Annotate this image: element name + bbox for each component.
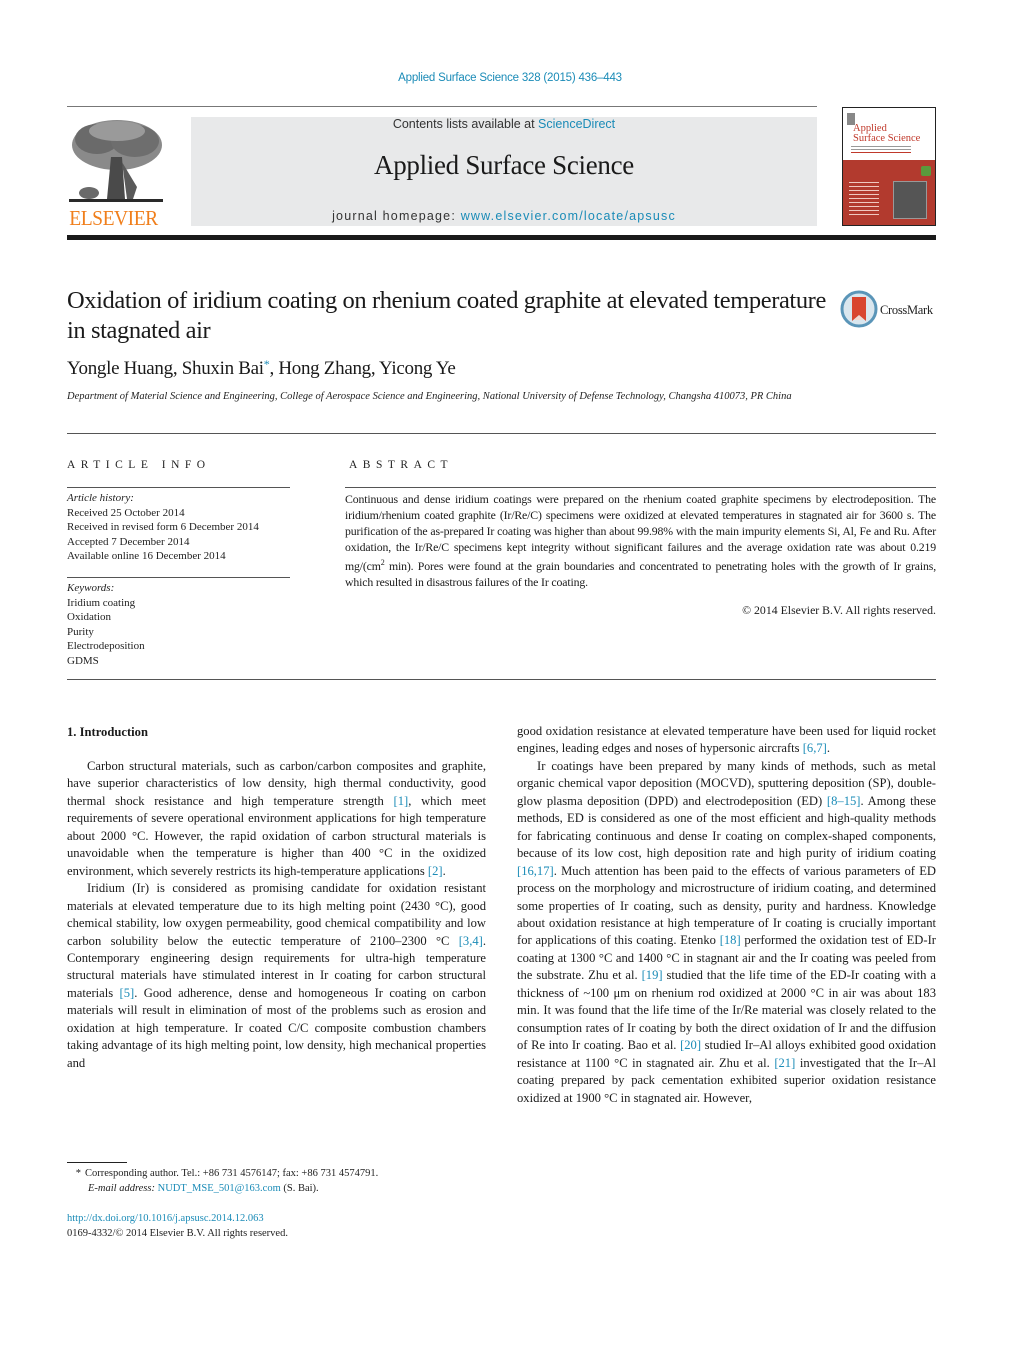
reference-link[interactable]: [16,17] xyxy=(517,864,554,878)
cover-title-line2: Surface Science xyxy=(853,133,921,144)
footnote-star: * xyxy=(75,1168,81,1179)
text-run: . xyxy=(826,741,831,756)
journal-masthead: Contents lists available at ScienceDirec… xyxy=(191,117,817,226)
abstract-heading: ABSTRACT xyxy=(349,459,454,471)
abstract-text-part: min). Pores were found at the grain boun… xyxy=(345,558,936,589)
text-run: good oxidation resistance at elevated te… xyxy=(517,724,936,756)
journal-cover-thumbnail[interactable]: Applied Surface Science xyxy=(842,107,936,226)
footnote-rule xyxy=(67,1162,127,1163)
elsevier-wordmark: ELSEVIER xyxy=(69,206,158,230)
body-paragraph: Carbon structural materials, such as car… xyxy=(67,758,486,880)
keywords-rule xyxy=(67,577,290,578)
corresponding-author-footnote: * Corresponding author. Tel.: +86 731 457… xyxy=(67,1167,487,1196)
cover-text-lines xyxy=(851,146,911,147)
body-paragraph: Ir coatings have been prepared by many k… xyxy=(517,758,936,1107)
contents-prefix: Contents lists available at xyxy=(392,117,539,131)
keyword-item: Electrodeposition xyxy=(67,640,145,652)
cover-title: Applied Surface Science xyxy=(853,123,921,144)
elsevier-logo[interactable]: ELSEVIER xyxy=(67,117,165,230)
reference-link[interactable]: [5] xyxy=(120,986,135,1000)
reference-link[interactable]: [21] xyxy=(774,1056,795,1070)
crossmark-button[interactable]: CrossMark xyxy=(840,290,940,330)
reference-link[interactable]: [2] xyxy=(428,864,443,878)
history-item: Received 25 October 2014 xyxy=(67,506,185,519)
keywords: Keywords: Iridium coating Oxidation Puri… xyxy=(67,581,145,668)
reference-link[interactable]: [8–15] xyxy=(827,794,861,808)
section-heading-introduction: 1. Introduction xyxy=(67,725,148,739)
article-info-rule xyxy=(67,487,290,488)
author-name-corresponding: Shuxin Bai xyxy=(181,358,264,379)
body-paragraph: Iridium (Ir) is considered as promising … xyxy=(67,880,486,1072)
keyword-item: Purity xyxy=(67,625,94,638)
text-run: Iridium (Ir) is considered as promising … xyxy=(67,881,486,948)
doi-link[interactable]: http://dx.doi.org/10.1016/j.apsusc.2014.… xyxy=(67,1212,288,1227)
reference-link[interactable]: [19] xyxy=(642,968,663,982)
email-suffix: (S. Bai). xyxy=(280,1182,319,1194)
sciencedirect-link[interactable]: ScienceDirect xyxy=(538,117,615,131)
footnote-corresponding: Corresponding author. Tel.: +86 731 4576… xyxy=(85,1168,379,1179)
cover-badge-icon xyxy=(921,166,931,176)
abstract-copyright: © 2014 Elsevier B.V. All rights reserved… xyxy=(742,603,936,617)
reference-link[interactable]: [6,7] xyxy=(803,741,827,755)
header-rule xyxy=(67,106,817,107)
journal-name: Applied Surface Science xyxy=(374,150,634,180)
reference-link[interactable]: [20] xyxy=(680,1038,701,1052)
header-thick-rule xyxy=(67,235,936,240)
cover-contents-list xyxy=(849,182,879,183)
article-history: Article history: Received 25 October 201… xyxy=(67,491,259,564)
body-right-column: good oxidation resistance at elevated te… xyxy=(517,723,936,1107)
email-label: E-mail address: xyxy=(88,1182,158,1194)
front-matter-bottom-rule xyxy=(67,679,936,680)
keyword-item: Oxidation xyxy=(67,611,111,623)
issn-copyright: 0169-4332/© 2014 Elsevier B.V. All right… xyxy=(67,1227,288,1239)
affiliation: Department of Material Science and Engin… xyxy=(67,391,792,402)
footnote-email-line: E-mail address: NUDT_MSE_501@163.com (S.… xyxy=(67,1182,487,1197)
journal-citation-link[interactable]: Applied Surface Science 328 (2015) 436–4… xyxy=(0,72,1020,84)
author-names-rest: , Hong Zhang, Yicong Ye xyxy=(269,358,456,379)
title-block-rule xyxy=(67,433,936,434)
article-title: Oxidation of iridium coating on rhenium … xyxy=(67,287,826,344)
history-item: Available online 16 December 2014 xyxy=(67,550,226,562)
doi-block: http://dx.doi.org/10.1016/j.apsusc.2014.… xyxy=(67,1212,288,1241)
keyword-item: GDMS xyxy=(67,654,99,667)
abstract-text: Continuous and dense iridium coatings we… xyxy=(345,491,936,590)
crossmark-label: CrossMark xyxy=(880,303,933,317)
history-item: Accepted 7 December 2014 xyxy=(67,535,190,548)
keyword-item: Iridium coating xyxy=(67,596,136,609)
text-run: . xyxy=(442,863,446,878)
homepage-prefix: journal homepage: xyxy=(332,209,461,223)
body-left-column: Carbon structural materials, such as car… xyxy=(67,758,486,1072)
elsevier-tree-icon xyxy=(69,120,163,202)
article-history-label: Article history: xyxy=(67,492,134,504)
article-info-heading: ARTICLE INFO xyxy=(67,459,211,471)
body-paragraph: good oxidation resistance at elevated te… xyxy=(517,723,936,758)
reference-link[interactable]: [1] xyxy=(394,794,409,808)
journal-homepage-line: journal homepage: www.elsevier.com/locat… xyxy=(191,209,817,223)
journal-homepage-link[interactable]: www.elsevier.com/locate/apsusc xyxy=(461,209,676,223)
reference-link[interactable]: [18] xyxy=(720,933,741,947)
author-name: Yongle Huang, xyxy=(67,358,182,379)
abstract-rule xyxy=(345,487,936,488)
contents-line: Contents lists available at ScienceDirec… xyxy=(191,117,817,131)
keywords-label: Keywords: xyxy=(67,582,115,594)
history-item: Received in revised form 6 December 2014 xyxy=(67,521,259,533)
footnote-line: * Corresponding author. Tel.: +86 731 457… xyxy=(67,1167,487,1182)
crossmark-icon xyxy=(840,290,878,328)
reference-link[interactable]: [3,4] xyxy=(459,934,483,948)
cover-image xyxy=(893,181,927,219)
email-link[interactable]: NUDT_MSE_501@163.com xyxy=(158,1183,281,1194)
author-list: Yongle Huang, Shuxin Bai*, Hong Zhang, Y… xyxy=(67,357,456,380)
